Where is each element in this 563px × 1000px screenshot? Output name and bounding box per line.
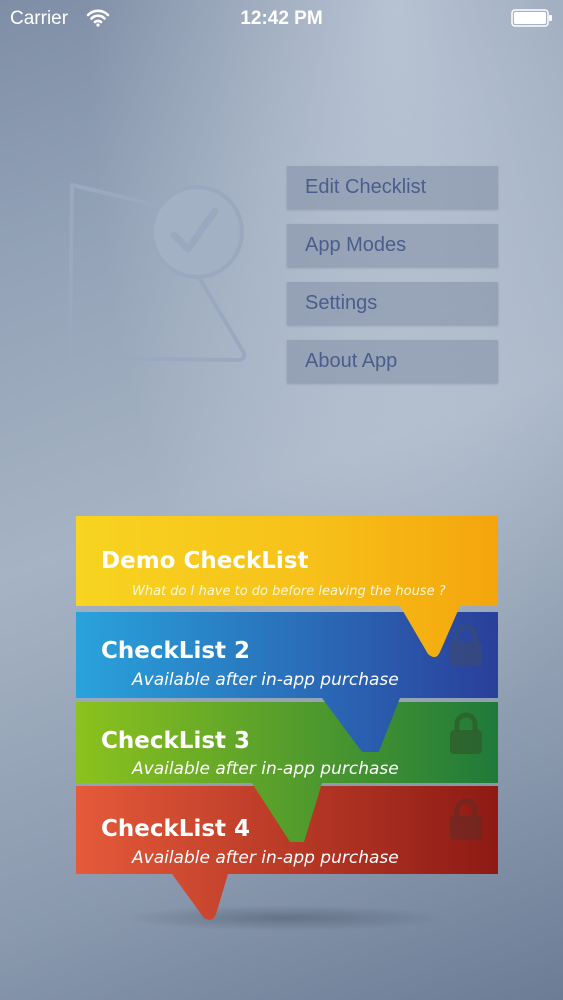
checklist-card-3-subtitle: Available after in-app purchase	[132, 759, 399, 779]
checklist-card-demo[interactable]: Demo CheckList What do I have to do befo…	[76, 516, 498, 661]
checklist-card-2-subtitle: Available after in-app purchase	[132, 670, 399, 690]
checklist-card-demo-title: Demo CheckList	[101, 548, 309, 574]
clock-time: 12:42 PM	[240, 8, 323, 29]
battery-icon	[511, 9, 552, 27]
about-app-button[interactable]: About App	[287, 340, 498, 383]
edit-checklist-button[interactable]: Edit Checklist	[287, 166, 498, 209]
status-bar: Carrier 12:42 PM	[0, 0, 563, 40]
checklist-card-4-subtitle: Available after in-app purchase	[132, 848, 399, 868]
checklist-stack: CheckList 4 Available after in-app purch…	[76, 516, 498, 936]
settings-button[interactable]: Settings	[287, 282, 498, 325]
app-modes-button[interactable]: App Modes	[287, 224, 498, 267]
main-menu: Edit Checklist App Modes Settings About …	[287, 166, 498, 398]
checklist-logo-icon	[68, 183, 247, 362]
checklist-card-demo-subtitle: What do I have to do before leaving the …	[132, 584, 446, 599]
